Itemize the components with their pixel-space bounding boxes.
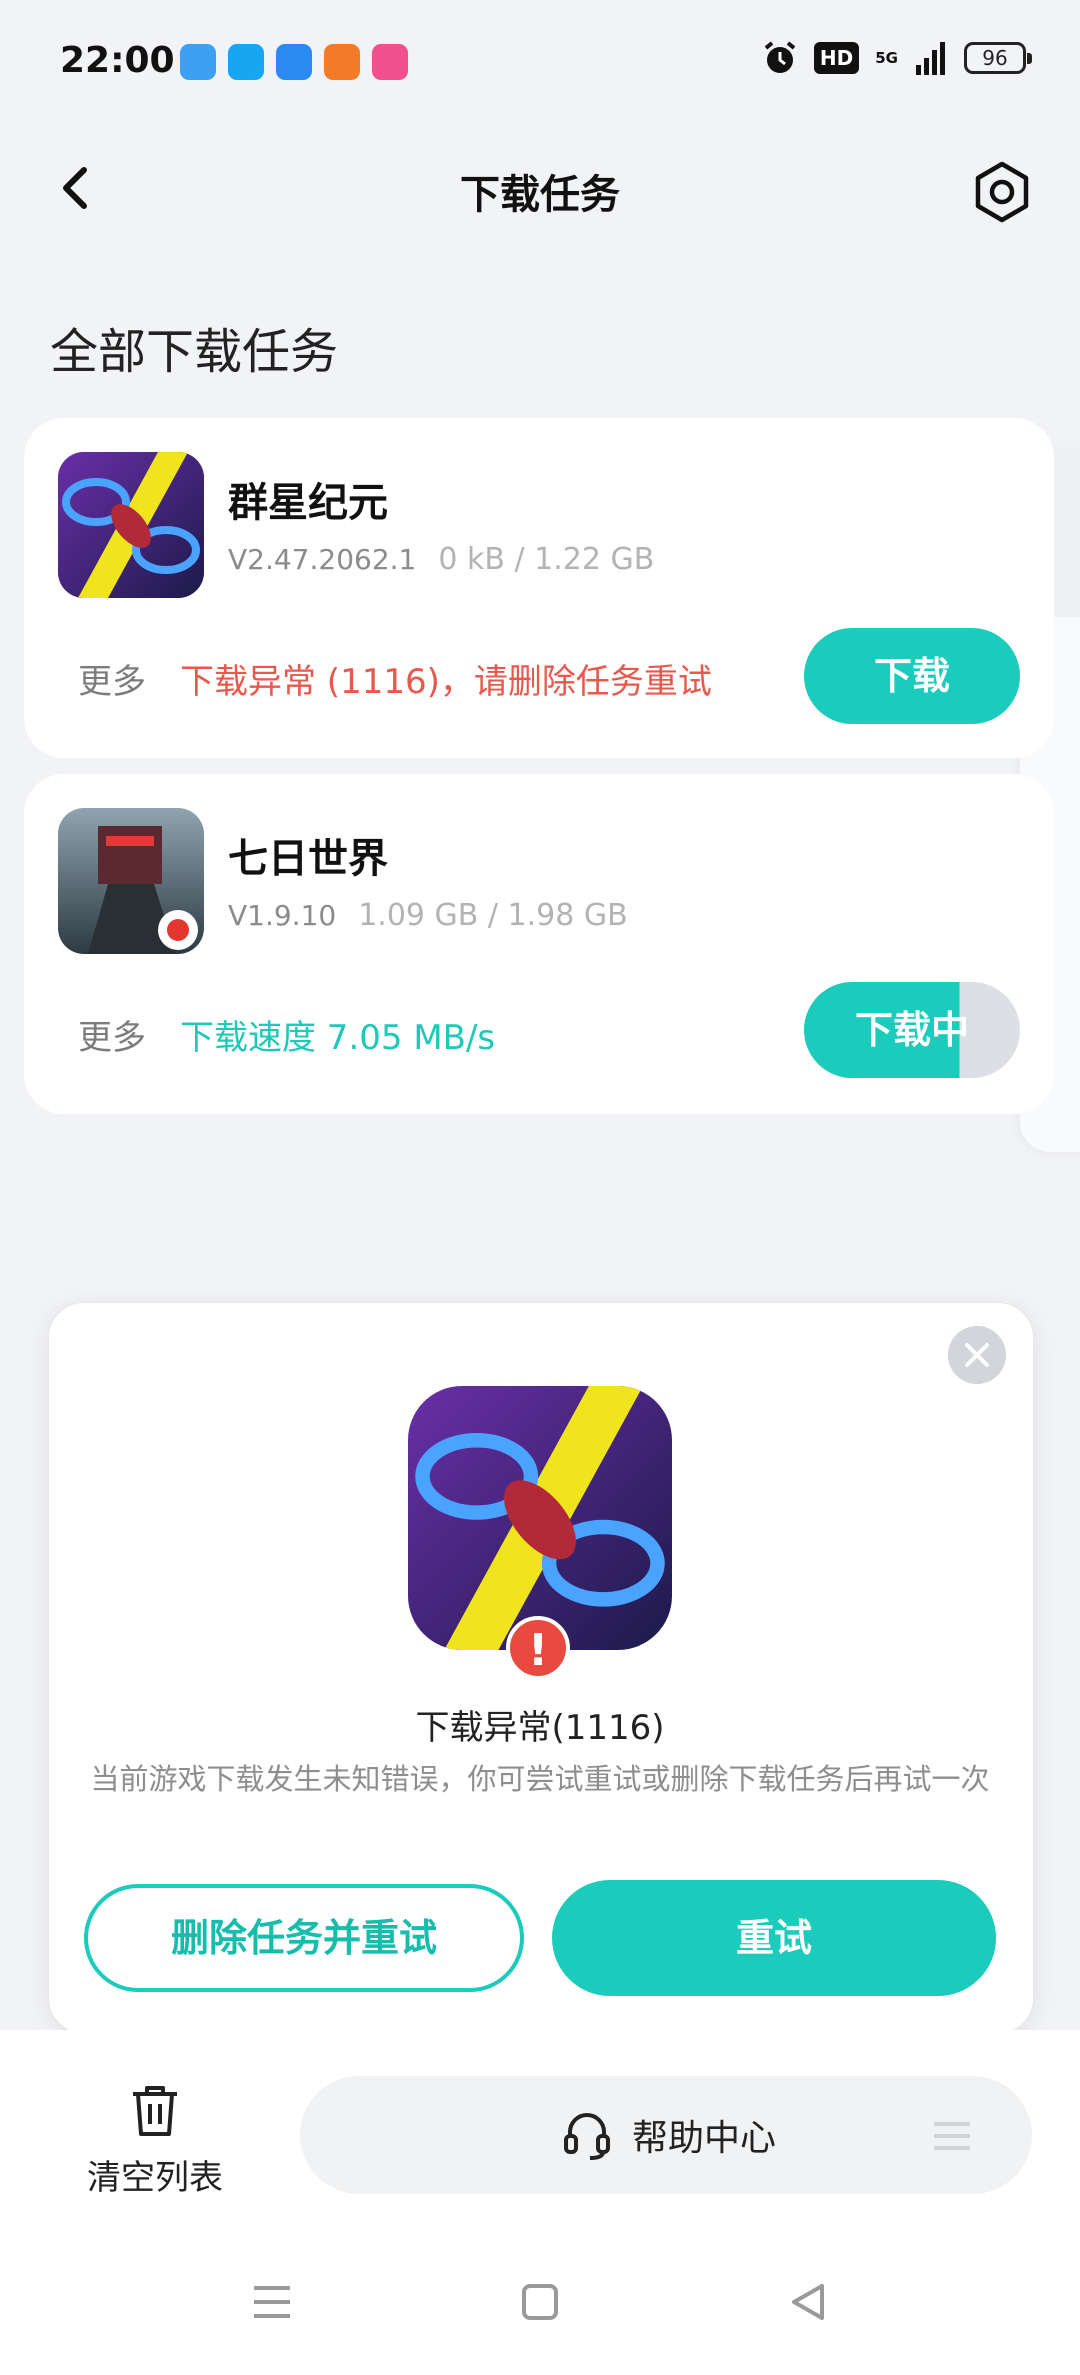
download-size: 0 kB / 1.22 GB (438, 542, 655, 577)
dialog-title: 下载异常(1116) (415, 1708, 665, 1748)
system-nav-bar (0, 2280, 1080, 2340)
home-icon[interactable] (520, 2282, 560, 2322)
page-title: 下载任务 (460, 172, 620, 218)
download-speed-status: 下载速度 7.05 MB/s (180, 1018, 496, 1058)
retry-button[interactable]: 重试 (552, 1880, 996, 1996)
network-type: 5G (875, 48, 898, 67)
dialog-description: 当前游戏下载发生未知错误，你可尝试重试或删除下载任务后再试一次 (90, 1762, 990, 1796)
more-link[interactable]: 更多 (78, 654, 146, 703)
clear-list-label: 清空列表 (87, 2158, 223, 2198)
app-name: 七日世界 (228, 836, 388, 882)
notification-icons (180, 44, 408, 84)
more-link[interactable]: 更多 (78, 1010, 146, 1059)
app-version: V2.47.2062.1 (228, 543, 417, 576)
download-error-status: 下载异常 (1116)，请删除任务重试 (180, 662, 712, 702)
section-title: 全部下载任务 (50, 324, 339, 380)
download-button[interactable]: 下载 (804, 628, 1020, 724)
weather-app-icon (180, 44, 216, 80)
warning-exclamation-icon: ! (506, 1616, 570, 1680)
app-meta: V1.9.10 1.09 GB / 1.98 GB (228, 898, 628, 933)
app-meta: V2.47.2062.1 0 kB / 1.22 GB (228, 542, 654, 577)
system-status: HD 5G 96 (762, 40, 1032, 76)
help-center-label: 帮助中心 (632, 2118, 777, 2159)
downloading-button[interactable]: 下载中 (804, 982, 1020, 1078)
app-icon (58, 452, 204, 598)
download-size: 1.09 GB / 1.98 GB (358, 898, 628, 933)
recent-apps-icon[interactable] (252, 2282, 292, 2322)
back-triangle-icon[interactable] (786, 2280, 830, 2324)
delete-and-retry-button[interactable]: 删除任务并重试 (84, 1884, 524, 1992)
battery-icon: 96 (964, 42, 1032, 74)
app-name: 群星纪元 (228, 480, 388, 526)
orange-app-icon (324, 44, 360, 80)
trash-icon (133, 2086, 177, 2136)
close-icon[interactable] (948, 1326, 1006, 1384)
hd-badge: HD (813, 42, 860, 74)
status-time: 22:00 (60, 40, 175, 81)
qq-app-icon (228, 44, 264, 80)
help-center-button[interactable]: 帮助中心 (300, 2076, 1032, 2194)
signal-icon (916, 42, 945, 75)
pink-app-icon (372, 44, 408, 80)
app-icon (58, 808, 204, 954)
dialog-app-icon (408, 1386, 672, 1650)
feather-app-icon (276, 44, 312, 80)
settings-gear-icon[interactable] (970, 160, 1034, 224)
alarm-icon (764, 41, 796, 73)
headset-icon (564, 2113, 610, 2160)
clear-list-button[interactable]: 清空列表 (60, 2080, 250, 2200)
menu-lines-icon (934, 2122, 970, 2150)
app-version: V1.9.10 (228, 899, 337, 932)
